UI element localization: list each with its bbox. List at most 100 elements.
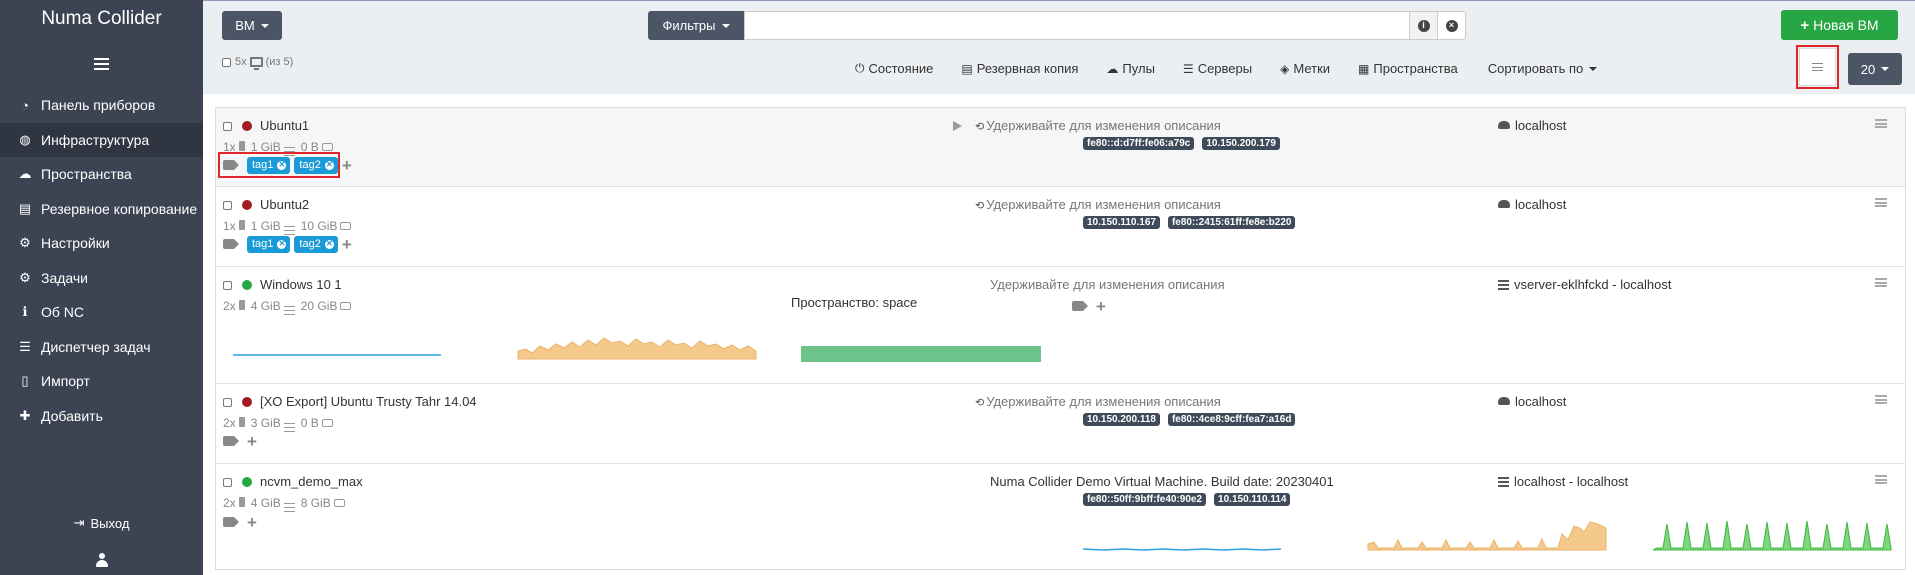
caret-down-icon <box>1881 67 1890 71</box>
select-all-checkbox[interactable] <box>222 57 231 67</box>
user-icon <box>95 553 108 567</box>
sidebar-item-import[interactable]: ▯ Импорт <box>0 364 203 399</box>
add-tag-icon[interactable]: + <box>342 236 352 253</box>
logout-link[interactable]: ⇥ Выход <box>0 512 203 534</box>
cloud-icon: ☁ <box>1106 61 1119 76</box>
vm-name-link[interactable]: Ubuntu1 <box>260 118 309 133</box>
sort-servers[interactable]: ☰ Серверы <box>1183 61 1252 76</box>
space-info: Пространство: space <box>791 295 917 310</box>
sidebar-item-label: Об NC <box>41 304 85 321</box>
per-page-dropdown[interactable]: 20 <box>1848 53 1902 85</box>
table-row[interactable]: ncvm_demo_max 2x 4 GiB 8 GiB + Numa Coll… <box>216 464 1905 570</box>
row-checkbox[interactable] <box>223 281 232 290</box>
logout-label: Выход <box>90 515 130 531</box>
sort-by-dropdown[interactable]: Сортировать по <box>1488 61 1598 76</box>
add-tag-icon[interactable]: + <box>342 157 352 174</box>
vm-name-link[interactable]: Ubuntu2 <box>260 197 309 212</box>
row-menu-icon[interactable] <box>1875 119 1887 128</box>
row-checkbox[interactable] <box>223 398 232 407</box>
filters-dropdown[interactable]: Фильтры <box>648 11 744 40</box>
vm-host[interactable]: vserver-eklhfckd - localhost <box>1498 277 1672 292</box>
vm-description[interactable]: ⟲ Удерживайте для изменения описания <box>975 118 1221 133</box>
sort-pools[interactable]: ☁ Пулы <box>1106 61 1155 76</box>
archive-icon: ▤ <box>961 61 973 76</box>
object-type-dropdown[interactable]: ВМ <box>222 11 282 40</box>
new-vm-button[interactable]: + Новая ВМ <box>1781 10 1898 40</box>
vm-description[interactable]: ⟲ Удерживайте для изменения описания <box>975 197 1221 212</box>
vm-host[interactable]: localhost <box>1498 118 1566 133</box>
vm-name-link[interactable]: Windows 10 1 <box>260 277 342 292</box>
vm-resources: 2x 4 GiB 20 GiB <box>223 296 357 315</box>
tag-label: tag1 <box>252 238 274 250</box>
desktop-icon <box>249 57 263 70</box>
new-vm-label: Новая ВМ <box>1813 17 1879 33</box>
table-row[interactable]: Windows 10 1 2x 4 GiB 20 GiB Пространств… <box>216 267 1905 384</box>
filter-help-button[interactable]: i <box>1410 11 1438 40</box>
row-menu-icon[interactable] <box>1875 198 1887 207</box>
sidebar-item-jobs[interactable]: ⚙ Задачи <box>0 261 203 296</box>
play-icon[interactable] <box>953 121 962 131</box>
vm-description[interactable]: Numa Collider Demo Virtual Machine. Buil… <box>990 474 1334 489</box>
row-menu-icon[interactable] <box>1875 475 1887 484</box>
sidebar-item-infrastructure[interactable]: ◍ Инфраструктура <box>0 122 203 157</box>
table-row[interactable]: Ubuntu1 1x 1 GiB 0 B tag1 ✕ tag2 ✕ + ⟲ Удер… <box>216 108 1905 187</box>
remove-tag-icon[interactable]: ✕ <box>277 239 287 249</box>
filter-input[interactable] <box>744 11 1410 40</box>
sidebar-item-settings[interactable]: ⚙ Настройки <box>0 226 203 261</box>
add-tag-icon[interactable]: + <box>247 433 257 450</box>
add-tag-icon[interactable]: + <box>247 514 257 531</box>
memory-size: 4 GiB <box>250 495 281 510</box>
menu-toggle-icon[interactable] <box>0 40 203 88</box>
sidebar-item-backup[interactable]: ▤ Резервное копирование <box>0 192 203 227</box>
sidebar-item-tasks[interactable]: ☰ Диспетчер задач <box>0 330 203 365</box>
cpu-icon <box>238 140 245 151</box>
table-row[interactable]: Ubuntu2 1x 1 GiB 10 GiB tag1 ✕ tag2 ✕ + ⟲ У… <box>216 187 1905 267</box>
row-checkbox[interactable] <box>223 122 232 131</box>
vm-host[interactable]: localhost <box>1498 394 1566 409</box>
hdd-icon <box>321 418 333 427</box>
tags-icon <box>223 435 240 447</box>
sign-out-icon: ⇥ <box>73 515 85 530</box>
cpu-icon <box>238 299 245 310</box>
highlight-box <box>218 152 340 178</box>
sort-state[interactable]: ⏻ Состояние <box>855 61 933 76</box>
row-menu-icon[interactable] <box>1875 395 1887 404</box>
sort-spaces[interactable]: ▦ Пространства <box>1358 61 1458 76</box>
tags-icon: ◈ <box>1280 61 1290 76</box>
vm-description[interactable]: Удерживайте для изменения описания <box>990 277 1225 292</box>
power-icon: ⏻ <box>855 61 865 75</box>
tag-badge[interactable]: tag1 ✕ <box>247 235 291 253</box>
tag-badge[interactable]: tag2 ✕ <box>294 235 338 253</box>
hdd-icon <box>333 498 345 507</box>
user-button[interactable] <box>0 542 203 575</box>
table-row[interactable]: [XO Export] Ubuntu Trusty Tahr 14.04 2x … <box>216 384 1905 464</box>
highlight-box <box>1796 45 1839 89</box>
vm-resources: 1x 1 GiB 10 GiB <box>223 216 357 235</box>
vm-name-link[interactable]: ncvm_demo_max <box>260 474 363 489</box>
row-checkbox[interactable] <box>223 478 232 487</box>
vm-host[interactable]: localhost <box>1498 197 1566 212</box>
remove-tag-icon[interactable]: ✕ <box>324 239 334 249</box>
tags-icon <box>223 238 240 250</box>
vm-name-link[interactable]: [XO Export] Ubuntu Trusty Tahr 14.04 <box>260 394 477 409</box>
vm-list: Ubuntu1 1x 1 GiB 0 B tag1 ✕ tag2 ✕ + ⟲ Удер… <box>215 107 1906 570</box>
add-tag-icon[interactable]: + <box>1096 298 1106 315</box>
filter-clear-button[interactable]: × <box>1438 11 1466 40</box>
sidebar-item-add[interactable]: ✚ Добавить <box>0 399 203 434</box>
sidebar-item-dashboard[interactable]: ◔ Панель приборов <box>0 88 203 123</box>
sidebar-item-label: Резервное копирование <box>41 200 198 217</box>
sidebar-item-spaces[interactable]: ☁ Пространства <box>0 157 203 192</box>
sort-tags[interactable]: ◈ Метки <box>1280 61 1330 76</box>
vm-description[interactable]: ⟲ Удерживайте для изменения описания <box>975 394 1221 409</box>
sidebar-item-label: Настройки <box>41 235 110 252</box>
vm-host[interactable]: localhost - localhost <box>1498 474 1628 489</box>
row-menu-icon[interactable] <box>1875 278 1887 287</box>
sidebar-item-about[interactable]: ℹ Об NC <box>0 295 203 330</box>
sort-backup[interactable]: ▤ Резервная копия <box>961 61 1078 76</box>
row-checkbox[interactable] <box>223 201 232 210</box>
close-circle-icon: × <box>1445 19 1458 32</box>
status-dot <box>242 280 252 290</box>
edit-description-icon: ⟲ <box>975 200 985 212</box>
space-value[interactable]: space <box>883 295 918 310</box>
network-sparkline <box>1082 548 1282 551</box>
